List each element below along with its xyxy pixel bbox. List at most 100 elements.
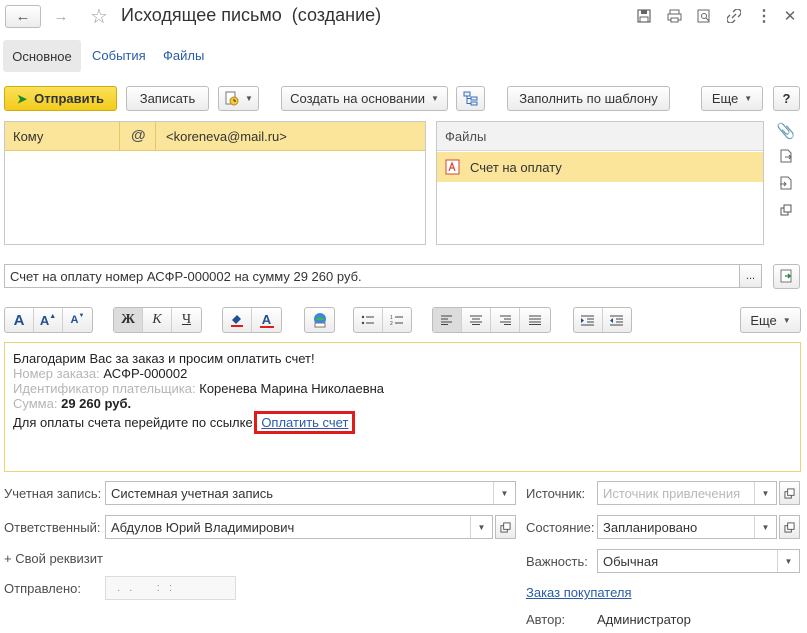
numbered-list-button[interactable]: 12 xyxy=(383,308,411,332)
customer-order-link[interactable]: Заказ покупателя xyxy=(526,585,632,600)
file-import-button[interactable] xyxy=(776,173,796,193)
file-edit-button[interactable] xyxy=(776,146,796,166)
document-actions-button[interactable]: ▼ xyxy=(218,86,259,111)
align-justify-button[interactable] xyxy=(520,308,549,332)
link-icon xyxy=(727,9,741,23)
recipient-type-label: Кому xyxy=(13,129,44,144)
send-arrow-icon: ➤ xyxy=(17,91,28,106)
chevron-down-icon: ▼ xyxy=(477,522,486,532)
font-decrease-button[interactable]: A ▼ xyxy=(63,308,92,332)
hierarchy-icon xyxy=(463,91,478,106)
file-row[interactable]: Счет на оплату xyxy=(437,152,763,182)
state-dropdown[interactable]: ▼ xyxy=(754,516,776,538)
file-open-button[interactable] xyxy=(776,200,796,220)
arrow-left-icon: ← xyxy=(15,8,31,25)
state-open-button[interactable] xyxy=(779,515,800,539)
files-header-label: Файлы xyxy=(445,129,487,144)
structure-button[interactable] xyxy=(456,86,485,111)
account-dropdown[interactable]: ▼ xyxy=(493,482,515,504)
body-line-sum: Сумма: 29 260 руб. xyxy=(13,396,792,411)
favorite-star-button[interactable]: ☆ xyxy=(87,3,111,29)
back-button[interactable]: ← xyxy=(5,5,41,28)
tab-main[interactable]: Основное xyxy=(3,40,81,72)
source-placeholder: Источник привлечения xyxy=(603,485,741,501)
svg-text:2: 2 xyxy=(390,321,393,326)
create-based-on-button[interactable]: Создать на основании ▼ xyxy=(281,86,448,111)
paint-bucket-icon xyxy=(231,315,243,327)
close-button[interactable]: ✕ xyxy=(780,6,800,26)
recipient-row[interactable]: Кому @ <koreneva@mail.ru> xyxy=(5,122,425,151)
message-body-editor[interactable]: Благодарим Вас за заказ и просим оплатит… xyxy=(4,342,801,472)
bold-label: Ж xyxy=(121,312,135,327)
dropdown-caret-icon: ▼ xyxy=(744,94,753,103)
list-group: 12 xyxy=(353,307,412,333)
increase-caret-icon: ▲ xyxy=(49,312,57,320)
print-button[interactable] xyxy=(664,6,684,26)
star-icon: ☆ xyxy=(90,5,108,28)
bold-button[interactable]: Ж xyxy=(114,308,143,332)
responsible-select[interactable]: Абдулов Юрий Владимирович ▼ xyxy=(105,515,493,539)
importance-select[interactable]: Обычная ▼ xyxy=(597,549,800,573)
subject-action-button[interactable] xyxy=(773,264,800,289)
search-preview-button[interactable] xyxy=(694,6,714,26)
state-select[interactable]: Запланировано ▼ xyxy=(597,515,777,539)
align-right-icon xyxy=(500,315,511,325)
source-select[interactable]: Источник привлечения ▼ xyxy=(597,481,777,505)
link-button[interactable] xyxy=(724,6,744,26)
format-more-button[interactable]: Еще ▼ xyxy=(740,307,801,333)
text-style-group: Ж К Ч xyxy=(113,307,202,333)
subject-select-button[interactable]: ... xyxy=(739,264,762,288)
font-large-button[interactable]: A xyxy=(5,308,34,332)
align-right-button[interactable] xyxy=(491,308,520,332)
importance-dropdown[interactable]: ▼ xyxy=(777,550,799,572)
align-left-button[interactable] xyxy=(433,308,462,332)
pay-link[interactable]: Оплатить счет xyxy=(261,415,348,430)
tab-files[interactable]: Файлы xyxy=(163,48,204,63)
subject-input[interactable]: Счет на оплату номер АСФР-000002 на сумм… xyxy=(4,264,740,288)
more-label: Еще xyxy=(711,91,739,106)
forward-button[interactable]: → xyxy=(46,5,76,28)
sent-date-field[interactable]: . . : : xyxy=(105,576,236,600)
italic-button[interactable]: К xyxy=(143,308,172,332)
help-button[interactable]: ? xyxy=(773,86,800,111)
chevron-down-icon: ▼ xyxy=(500,488,509,498)
background-color-button[interactable] xyxy=(223,308,252,332)
add-custom-attribute-button[interactable]: + Свой реквизит xyxy=(4,551,103,566)
send-button[interactable]: ➤ Отправить xyxy=(4,86,117,111)
attach-file-button[interactable]: 📎 xyxy=(776,121,796,141)
indent-decrease-button[interactable] xyxy=(603,308,631,332)
source-open-button[interactable] xyxy=(779,481,800,505)
responsible-open-button[interactable] xyxy=(495,515,516,539)
font-size-group: A A ▲ A ▼ xyxy=(4,307,93,333)
tab-events[interactable]: События xyxy=(92,48,146,63)
insert-image-button[interactable] xyxy=(305,308,334,332)
menu-button[interactable]: ⋮ xyxy=(754,6,774,26)
responsible-dropdown[interactable]: ▼ xyxy=(470,516,492,538)
bullet-list-button[interactable] xyxy=(354,308,383,332)
tab-main-label: Основное xyxy=(12,48,72,64)
save-icon-button[interactable] xyxy=(634,6,654,26)
underline-button[interactable]: Ч xyxy=(172,308,201,332)
color-group: A xyxy=(222,307,282,333)
fill-by-template-button[interactable]: Заполнить по шаблону xyxy=(507,86,670,111)
open-window-icon xyxy=(784,487,795,499)
more-button[interactable]: Еще ▼ xyxy=(701,86,763,111)
indent-increase-icon xyxy=(581,315,595,325)
source-label: Источник: xyxy=(526,486,586,501)
bullet-list-icon xyxy=(361,315,374,325)
arrow-right-icon: → xyxy=(53,8,69,25)
document-clock-icon xyxy=(225,91,239,105)
indent-increase-button[interactable] xyxy=(574,308,603,332)
account-select[interactable]: Системная учетная запись ▼ xyxy=(105,481,516,505)
italic-label: К xyxy=(152,312,162,327)
align-left-icon xyxy=(441,315,452,325)
document-arrow-icon xyxy=(780,149,792,163)
tab-files-label: Файлы xyxy=(163,48,205,63)
font-color-button[interactable]: A xyxy=(252,308,281,332)
picture-icon xyxy=(313,313,326,328)
align-center-button[interactable] xyxy=(462,308,491,332)
source-dropdown[interactable]: ▼ xyxy=(754,482,776,504)
printer-icon xyxy=(667,9,681,23)
save-button[interactable]: Записать xyxy=(126,86,209,111)
font-increase-button[interactable]: A ▲ xyxy=(34,308,63,332)
